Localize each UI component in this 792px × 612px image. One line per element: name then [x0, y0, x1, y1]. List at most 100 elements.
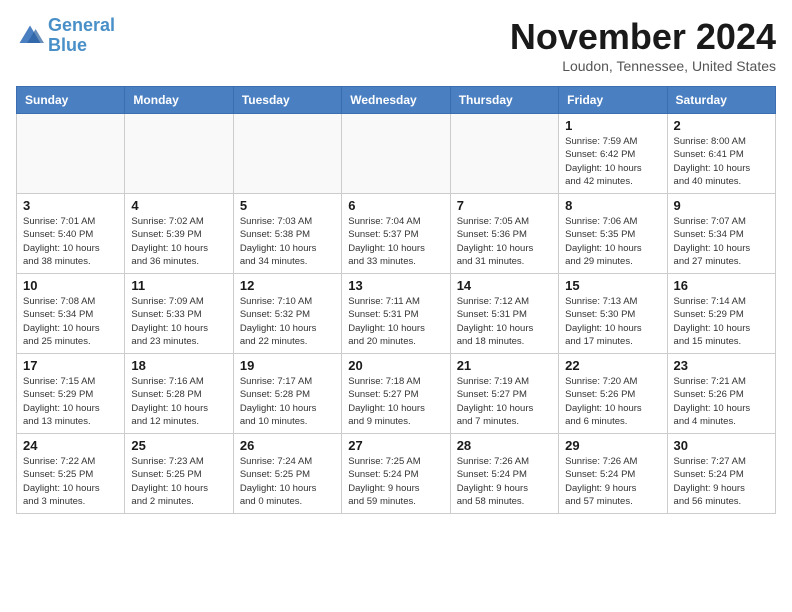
calendar-day: 19 Sunrise: 7:17 AM Sunset: 5:28 PM Dayli…	[233, 354, 341, 434]
day-number: 19	[240, 358, 335, 373]
day-number: 20	[348, 358, 443, 373]
day-info: Sunrise: 7:18 AM Sunset: 5:27 PM Dayligh…	[348, 375, 443, 428]
day-info: Sunrise: 7:10 AM Sunset: 5:32 PM Dayligh…	[240, 295, 335, 348]
day-info: Sunrise: 7:20 AM Sunset: 5:26 PM Dayligh…	[565, 375, 660, 428]
day-info: Sunrise: 7:27 AM Sunset: 5:24 PM Dayligh…	[674, 455, 769, 508]
logo: General Blue	[16, 16, 115, 56]
day-info: Sunrise: 7:22 AM Sunset: 5:25 PM Dayligh…	[23, 455, 118, 508]
weekday-header-saturday: Saturday	[667, 87, 775, 114]
day-number: 8	[565, 198, 660, 213]
calendar-day	[342, 114, 450, 194]
day-number: 26	[240, 438, 335, 453]
day-info: Sunrise: 7:59 AM Sunset: 6:42 PM Dayligh…	[565, 135, 660, 188]
day-number: 4	[131, 198, 226, 213]
day-info: Sunrise: 7:12 AM Sunset: 5:31 PM Dayligh…	[457, 295, 552, 348]
day-info: Sunrise: 7:04 AM Sunset: 5:37 PM Dayligh…	[348, 215, 443, 268]
calendar-day: 28 Sunrise: 7:26 AM Sunset: 5:24 PM Dayli…	[450, 434, 558, 514]
day-number: 5	[240, 198, 335, 213]
calendar-day: 14 Sunrise: 7:12 AM Sunset: 5:31 PM Dayli…	[450, 274, 558, 354]
day-number: 29	[565, 438, 660, 453]
day-number: 9	[674, 198, 769, 213]
calendar-day: 2 Sunrise: 8:00 AM Sunset: 6:41 PM Daylig…	[667, 114, 775, 194]
logo-blue: Blue	[48, 35, 87, 55]
day-number: 11	[131, 278, 226, 293]
calendar-week-1: 3 Sunrise: 7:01 AM Sunset: 5:40 PM Daylig…	[17, 194, 776, 274]
calendar-day: 10 Sunrise: 7:08 AM Sunset: 5:34 PM Dayli…	[17, 274, 125, 354]
calendar-day: 3 Sunrise: 7:01 AM Sunset: 5:40 PM Daylig…	[17, 194, 125, 274]
day-info: Sunrise: 7:01 AM Sunset: 5:40 PM Dayligh…	[23, 215, 118, 268]
day-info: Sunrise: 7:06 AM Sunset: 5:35 PM Dayligh…	[565, 215, 660, 268]
location: Loudon, Tennessee, United States	[510, 58, 776, 74]
day-number: 15	[565, 278, 660, 293]
calendar-day	[125, 114, 233, 194]
day-number: 27	[348, 438, 443, 453]
day-info: Sunrise: 7:15 AM Sunset: 5:29 PM Dayligh…	[23, 375, 118, 428]
calendar-day: 24 Sunrise: 7:22 AM Sunset: 5:25 PM Dayli…	[17, 434, 125, 514]
calendar-day: 4 Sunrise: 7:02 AM Sunset: 5:39 PM Daylig…	[125, 194, 233, 274]
day-number: 30	[674, 438, 769, 453]
day-info: Sunrise: 7:25 AM Sunset: 5:24 PM Dayligh…	[348, 455, 443, 508]
day-info: Sunrise: 7:19 AM Sunset: 5:27 PM Dayligh…	[457, 375, 552, 428]
day-number: 23	[674, 358, 769, 373]
day-number: 2	[674, 118, 769, 133]
calendar-day: 16Sunrise: 7:14 AM Sunset: 5:29 PM Dayli…	[667, 274, 775, 354]
day-number: 16	[674, 278, 769, 293]
day-number: 14	[457, 278, 552, 293]
day-number: 13	[348, 278, 443, 293]
day-info: Sunrise: 7:09 AM Sunset: 5:33 PM Dayligh…	[131, 295, 226, 348]
calendar-day: 8 Sunrise: 7:06 AM Sunset: 5:35 PM Daylig…	[559, 194, 667, 274]
weekday-header-wednesday: Wednesday	[342, 87, 450, 114]
weekday-header-monday: Monday	[125, 87, 233, 114]
day-info: Sunrise: 7:26 AM Sunset: 5:24 PM Dayligh…	[457, 455, 552, 508]
day-info: Sunrise: 7:11 AM Sunset: 5:31 PM Dayligh…	[348, 295, 443, 348]
day-info: Sunrise: 7:16 AM Sunset: 5:28 PM Dayligh…	[131, 375, 226, 428]
calendar-day: 21Sunrise: 7:19 AM Sunset: 5:27 PM Dayli…	[450, 354, 558, 434]
logo-text: General Blue	[48, 16, 115, 56]
calendar-day: 29 Sunrise: 7:26 AM Sunset: 5:24 PM Dayli…	[559, 434, 667, 514]
weekday-header-tuesday: Tuesday	[233, 87, 341, 114]
calendar-day: 1 Sunrise: 7:59 AM Sunset: 6:42 PM Daylig…	[559, 114, 667, 194]
day-info: Sunrise: 7:17 AM Sunset: 5:28 PM Dayligh…	[240, 375, 335, 428]
calendar-week-4: 24 Sunrise: 7:22 AM Sunset: 5:25 PM Dayli…	[17, 434, 776, 514]
day-number: 17	[23, 358, 118, 373]
weekday-header-friday: Friday	[559, 87, 667, 114]
day-number: 10	[23, 278, 118, 293]
weekday-header-thursday: Thursday	[450, 87, 558, 114]
day-info: Sunrise: 8:00 AM Sunset: 6:41 PM Dayligh…	[674, 135, 769, 188]
calendar-day	[233, 114, 341, 194]
calendar-day: 13 Sunrise: 7:11 AM Sunset: 5:31 PM Dayli…	[342, 274, 450, 354]
month-title: November 2024	[510, 16, 776, 58]
day-info: Sunrise: 7:21 AM Sunset: 5:26 PM Dayligh…	[674, 375, 769, 428]
logo-general: General	[48, 15, 115, 35]
day-number: 24	[23, 438, 118, 453]
weekday-header-sunday: Sunday	[17, 87, 125, 114]
calendar-day: 27 Sunrise: 7:25 AM Sunset: 5:24 PM Dayli…	[342, 434, 450, 514]
day-number: 18	[131, 358, 226, 373]
logo-icon	[16, 22, 44, 50]
day-info: Sunrise: 7:23 AM Sunset: 5:25 PM Dayligh…	[131, 455, 226, 508]
weekday-header-row: SundayMondayTuesdayWednesdayThursdayFrid…	[17, 87, 776, 114]
day-number: 28	[457, 438, 552, 453]
day-number: 6	[348, 198, 443, 213]
calendar-day: 6 Sunrise: 7:04 AM Sunset: 5:37 PM Daylig…	[342, 194, 450, 274]
calendar-day: 20 Sunrise: 7:18 AM Sunset: 5:27 PM Dayli…	[342, 354, 450, 434]
day-number: 25	[131, 438, 226, 453]
day-info: Sunrise: 7:02 AM Sunset: 5:39 PM Dayligh…	[131, 215, 226, 268]
calendar-day: 18 Sunrise: 7:16 AM Sunset: 5:28 PM Dayli…	[125, 354, 233, 434]
calendar-week-2: 10 Sunrise: 7:08 AM Sunset: 5:34 PM Dayli…	[17, 274, 776, 354]
calendar-day: 15Sunrise: 7:13 AM Sunset: 5:30 PM Dayli…	[559, 274, 667, 354]
calendar-day: 30 Sunrise: 7:27 AM Sunset: 5:24 PM Dayli…	[667, 434, 775, 514]
calendar-table: SundayMondayTuesdayWednesdayThursdayFrid…	[16, 86, 776, 514]
day-number: 22	[565, 358, 660, 373]
day-info: Sunrise: 7:05 AM Sunset: 5:36 PM Dayligh…	[457, 215, 552, 268]
day-info: Sunrise: 7:26 AM Sunset: 5:24 PM Dayligh…	[565, 455, 660, 508]
calendar-day: 22 Sunrise: 7:20 AM Sunset: 5:26 PM Dayli…	[559, 354, 667, 434]
day-number: 3	[23, 198, 118, 213]
calendar-day: 12Sunrise: 7:10 AM Sunset: 5:32 PM Dayli…	[233, 274, 341, 354]
day-number: 1	[565, 118, 660, 133]
calendar-day	[450, 114, 558, 194]
calendar-day: 23 Sunrise: 7:21 AM Sunset: 5:26 PM Dayli…	[667, 354, 775, 434]
day-info: Sunrise: 7:08 AM Sunset: 5:34 PM Dayligh…	[23, 295, 118, 348]
page-header: General Blue November 2024 Loudon, Tenne…	[16, 16, 776, 74]
calendar-day: 11 Sunrise: 7:09 AM Sunset: 5:33 PM Dayli…	[125, 274, 233, 354]
